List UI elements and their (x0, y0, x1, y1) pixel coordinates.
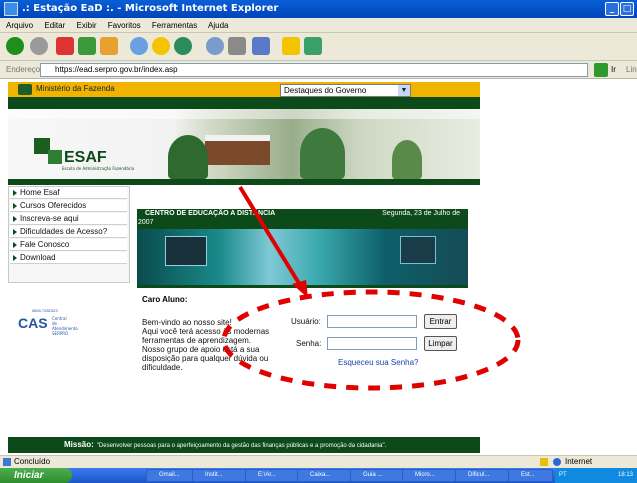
status-text: Concluído (14, 457, 51, 466)
zone-label: Internet (565, 457, 593, 466)
status-bar: Concluído Internet (0, 455, 637, 468)
annotation-overlay (221, 185, 521, 391)
lock-icon (540, 458, 548, 466)
globe-icon (553, 458, 561, 466)
system-tray: PT 18:13 (555, 468, 637, 483)
arrow-line (238, 185, 302, 287)
task-instit[interactable]: Instit... (192, 469, 246, 482)
language-indicator[interactable]: PT (559, 472, 567, 478)
task-guia[interactable]: Guia ... (350, 469, 404, 482)
task-micro[interactable]: Micro... (402, 469, 456, 482)
task-caixa[interactable]: Caixa... (297, 469, 351, 482)
start-button[interactable]: Iniciar (0, 468, 72, 483)
arrow-head-icon (292, 280, 308, 298)
clock[interactable]: 18:13 (618, 468, 633, 483)
task-explorer[interactable]: E:\Ar... (245, 469, 299, 482)
page-icon (3, 458, 11, 466)
highlight-ellipse (221, 289, 521, 391)
taskbar: Iniciar Gmail... Instit... E:\Ar... Caix… (0, 468, 637, 483)
task-estacao[interactable]: Est... (508, 469, 553, 482)
task-dificul[interactable]: Dificul... (455, 469, 509, 482)
start-label: Iniciar (14, 470, 44, 481)
